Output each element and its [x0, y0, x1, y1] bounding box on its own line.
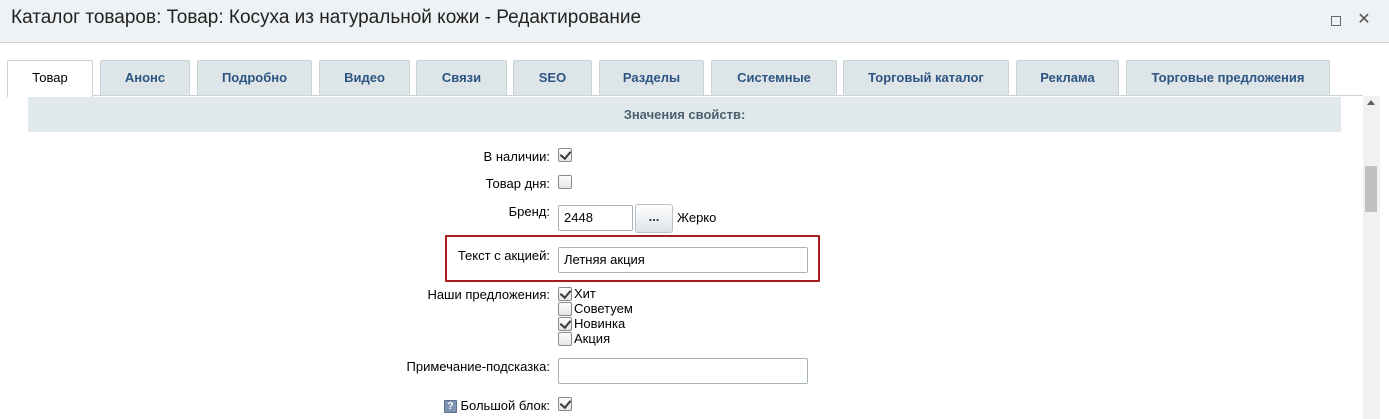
- scroll-thumb[interactable]: [1365, 166, 1377, 212]
- window-titlebar: Каталог товаров: Товар: Косуха из натура…: [0, 0, 1389, 43]
- window-title: Каталог товаров: Товар: Косуха из натура…: [11, 7, 642, 28]
- brand-label: Бренд:: [508, 204, 550, 219]
- tab-details[interactable]: Подробно: [197, 60, 312, 96]
- brand-select-button[interactable]: ...: [635, 204, 673, 233]
- tab-trade-catalog[interactable]: Торговый каталог: [843, 60, 1009, 96]
- hint-note-label: Примечание-подсказка:: [406, 359, 550, 374]
- vertical-scrollbar[interactable]: [1363, 96, 1380, 419]
- tab-seo[interactable]: SEO: [513, 60, 592, 96]
- offer-new-label: Новинка: [574, 316, 626, 331]
- offer-recommend-checkbox[interactable]: [558, 302, 572, 316]
- close-icon[interactable]: ✕: [1354, 10, 1374, 30]
- tab-announce[interactable]: Анонс: [100, 60, 190, 96]
- promo-text-label: Текст с акцией:: [457, 248, 550, 263]
- offer-hit-label: Хит: [574, 286, 596, 301]
- tab-advertising[interactable]: Реклама: [1016, 60, 1119, 96]
- offer-new-checkbox[interactable]: [558, 317, 572, 331]
- offer-sale-label: Акция: [574, 331, 611, 346]
- tab-trade-offers[interactable]: Торговые предложения: [1126, 60, 1330, 96]
- big-block-label: Большой блок:: [460, 398, 551, 413]
- tab-sections[interactable]: Разделы: [599, 60, 704, 96]
- in-stock-checkbox[interactable]: [558, 148, 572, 162]
- hint-note-input[interactable]: [558, 358, 808, 384]
- maximize-icon[interactable]: [1326, 10, 1346, 30]
- product-of-day-checkbox[interactable]: [558, 175, 572, 189]
- offer-recommend-label: Советуем: [574, 301, 633, 316]
- offer-sale-checkbox[interactable]: [558, 332, 572, 346]
- offer-hit-checkbox[interactable]: [558, 287, 572, 301]
- in-stock-label: В наличии:: [483, 149, 550, 164]
- promo-text-input[interactable]: Летняя акция: [558, 247, 808, 273]
- brand-id-input[interactable]: 2448: [558, 205, 633, 231]
- product-of-day-label: Товар дня:: [485, 176, 550, 191]
- big-block-checkbox[interactable]: [558, 397, 572, 411]
- help-icon[interactable]: ?: [444, 400, 457, 413]
- tab-product[interactable]: Товар: [7, 60, 93, 97]
- tab-video[interactable]: Видео: [319, 60, 410, 96]
- brand-name: Жерко: [677, 210, 717, 225]
- section-title: Значения свойств:: [28, 97, 1341, 132]
- tab-links[interactable]: Связи: [416, 60, 507, 96]
- tab-bar: Товар Анонс Подробно Видео Связи SEO Раз…: [0, 60, 1389, 97]
- offers-label: Наши предложения:: [427, 287, 550, 302]
- scroll-up-arrow-icon[interactable]: [1367, 100, 1375, 105]
- tab-system[interactable]: Системные: [711, 60, 837, 96]
